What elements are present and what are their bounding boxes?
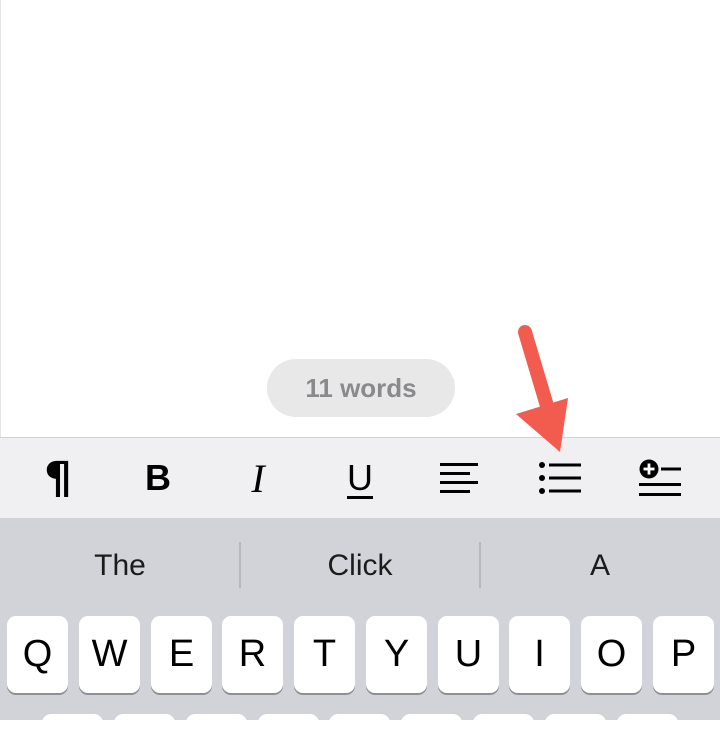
key-u[interactable]: U bbox=[438, 616, 499, 693]
key-a[interactable] bbox=[42, 714, 103, 744]
insert-plus-icon bbox=[639, 459, 681, 496]
underline-icon: U bbox=[347, 457, 373, 498]
key-l[interactable] bbox=[617, 714, 678, 744]
align-left-button[interactable] bbox=[420, 438, 500, 518]
key-p[interactable]: P bbox=[653, 616, 714, 693]
key-i[interactable]: I bbox=[509, 616, 570, 693]
align-left-icon bbox=[440, 463, 478, 493]
bold-icon: B bbox=[145, 457, 171, 498]
key-w[interactable]: W bbox=[79, 616, 140, 693]
suggestion-2[interactable]: Click bbox=[240, 518, 480, 613]
annotation-arrow bbox=[516, 325, 568, 452]
key-t[interactable]: T bbox=[294, 616, 355, 693]
paragraph-style-button[interactable]: ¶ bbox=[18, 438, 98, 518]
italic-button[interactable]: I bbox=[218, 438, 298, 518]
key-q[interactable]: Q bbox=[7, 616, 68, 693]
document-area[interactable]: 11 words bbox=[0, 0, 720, 437]
predictive-text-bar: The Click A bbox=[0, 518, 720, 613]
key-s[interactable] bbox=[114, 714, 175, 744]
key-e[interactable]: E bbox=[151, 616, 212, 693]
key-h[interactable] bbox=[401, 714, 462, 744]
key-k[interactable] bbox=[545, 714, 606, 744]
paragraph-icon: ¶ bbox=[44, 452, 72, 504]
keyboard: The Click A Q W E R T Y U I O P bbox=[0, 518, 720, 744]
key-d[interactable] bbox=[186, 714, 247, 744]
key-j[interactable] bbox=[473, 714, 534, 744]
key-y[interactable]: Y bbox=[366, 616, 427, 693]
bold-button[interactable]: B bbox=[118, 438, 198, 518]
insert-button[interactable] bbox=[620, 438, 700, 518]
key-r[interactable]: R bbox=[222, 616, 283, 693]
key-f[interactable] bbox=[258, 714, 319, 744]
suggestion-1[interactable]: The bbox=[0, 518, 240, 613]
key-g[interactable] bbox=[329, 714, 390, 744]
underline-button[interactable]: U bbox=[320, 438, 400, 518]
italic-icon: I bbox=[251, 455, 265, 501]
format-toolbar: ¶ B I U bbox=[0, 437, 720, 518]
key-o[interactable]: O bbox=[581, 616, 642, 693]
suggestion-3[interactable]: A bbox=[480, 518, 720, 613]
word-count-badge[interactable]: 11 words bbox=[267, 359, 455, 417]
